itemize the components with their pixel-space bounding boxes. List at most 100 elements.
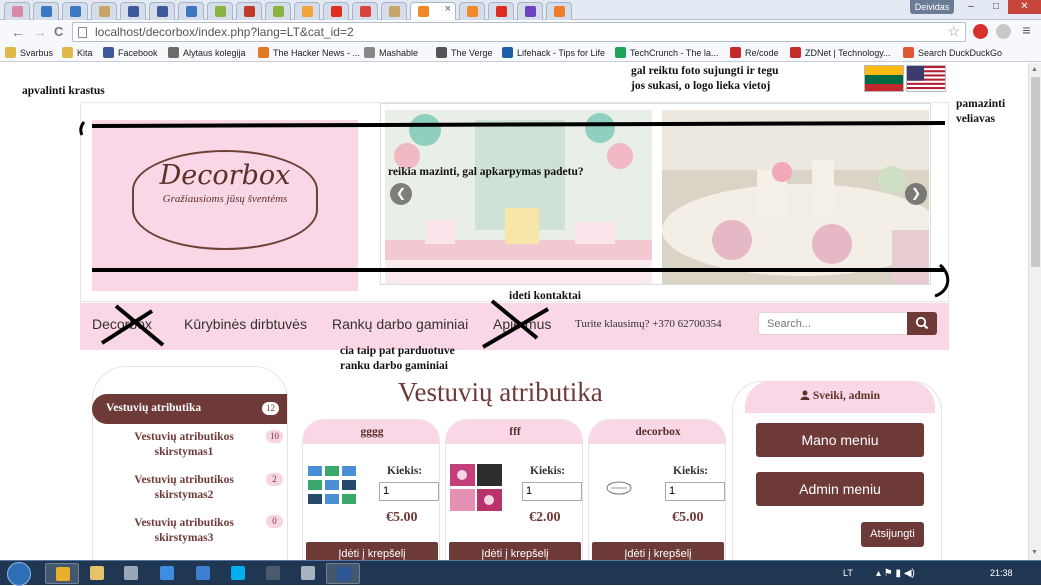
add-to-cart-button[interactable]: Įdėti į krepšelį — [449, 542, 581, 560]
browser-tab[interactable] — [546, 2, 572, 20]
slider-prev-button[interactable]: ❮ — [390, 183, 412, 205]
category-item[interactable]: Vestuvių atributikos skirstymas2 — [109, 473, 259, 503]
taskbar-app[interactable] — [186, 563, 220, 584]
category-item[interactable]: Vestuvių atributikos skirstymas1 — [109, 430, 259, 460]
my-menu-button[interactable]: Mano meniu — [756, 423, 924, 457]
browser-tab[interactable] — [488, 2, 514, 20]
browser-tab[interactable] — [149, 2, 175, 20]
forward-button[interactable]: → — [33, 24, 47, 40]
browser-tab[interactable] — [352, 2, 378, 20]
nav-item-workshops[interactable]: Kūrybinės dirbtuvės — [184, 316, 307, 332]
product-image[interactable] — [592, 462, 646, 514]
slider-next-button[interactable]: ❯ — [905, 183, 927, 205]
browser-tab[interactable] — [236, 2, 262, 20]
back-button[interactable]: ← — [11, 24, 25, 40]
browser-tab[interactable] — [178, 2, 204, 20]
browser-tab[interactable] — [517, 2, 543, 20]
address-url[interactable]: localhost/decorbox/index.php?lang=LT&cat… — [95, 25, 354, 39]
page-scrollbar[interactable]: ▲ ▼ — [1028, 63, 1041, 560]
browser-tab[interactable] — [323, 2, 349, 20]
taskbar-app[interactable] — [291, 563, 325, 584]
category-item[interactable]: Vestuvių atributikos skirstymas3 — [109, 516, 259, 546]
bookmark-item[interactable]: Mashable — [364, 47, 418, 58]
browser-tab[interactable] — [33, 2, 59, 20]
bookmark-label: TechCrunch - The la... — [630, 48, 719, 58]
taskbar-app[interactable] — [45, 563, 79, 584]
admin-menu-button[interactable]: Admin meniu — [756, 472, 924, 506]
add-to-cart-button[interactable]: Įdėti į krepšelį — [592, 542, 724, 560]
browser-tab[interactable] — [381, 2, 407, 20]
menu-icon[interactable]: ≡ — [1019, 23, 1034, 39]
bookmark-item[interactable]: The Hacker News - ... — [258, 47, 360, 58]
skype-icon — [231, 566, 245, 580]
minimize-button[interactable]: – — [958, 0, 984, 14]
bookmark-item[interactable]: ZDNet | Technology... — [790, 47, 891, 58]
bookmark-item[interactable]: Search DuckDuckGo — [903, 47, 1002, 58]
product-image[interactable] — [306, 462, 360, 514]
clock[interactable]: 21:38 — [990, 568, 1013, 578]
greeting-text: Sveiki, admin — [812, 390, 880, 402]
browser-tab[interactable] — [62, 2, 88, 20]
product-name[interactable]: decorbox — [589, 420, 725, 444]
reload-button[interactable]: C — [54, 24, 63, 39]
browser-tab[interactable] — [207, 2, 233, 20]
bookmark-item[interactable]: Lifehack - Tips for Life — [502, 47, 605, 58]
category-item-active[interactable]: Vestuvių atributika — [92, 394, 287, 424]
product-name[interactable]: gggg — [303, 420, 439, 444]
search-button[interactable] — [907, 312, 937, 335]
close-window-button[interactable]: ✕ — [1008, 0, 1041, 14]
bookmark-item[interactable]: Facebook — [103, 47, 158, 58]
start-button[interactable] — [7, 562, 31, 586]
extension-opera-icon[interactable] — [973, 24, 988, 39]
address-bar[interactable]: localhost/decorbox/index.php?lang=LT&cat… — [72, 22, 966, 42]
maximize-button[interactable]: □ — [984, 0, 1008, 14]
close-tab-icon[interactable]: × — [445, 3, 451, 15]
taskbar-app[interactable] — [221, 563, 255, 584]
profile-name[interactable]: Deividas — [910, 0, 954, 14]
bookmark-star-icon[interactable]: ☆ — [947, 23, 960, 40]
tray-icons[interactable]: ▴ ⚑ ▮ ◀) — [876, 568, 915, 579]
bookmark-item[interactable]: Alytaus kolegija — [168, 47, 246, 58]
scrollbar-thumb[interactable] — [1031, 77, 1040, 267]
lithuanian-flag-icon[interactable] — [864, 65, 904, 92]
quantity-input[interactable]: 1 — [522, 482, 582, 501]
browser-tab[interactable] — [4, 2, 30, 20]
product-image[interactable] — [449, 462, 503, 514]
browser-tab[interactable] — [459, 2, 485, 20]
quantity-input[interactable]: 1 — [665, 482, 725, 501]
taskbar-app[interactable] — [326, 563, 360, 584]
slider-photo-2 — [662, 110, 929, 284]
image-slider[interactable]: ❮ ❯ — [380, 103, 931, 285]
bookmark-item[interactable]: Kita — [62, 47, 93, 58]
annotation-shrink-flags: pamazinti veliavas — [956, 98, 1006, 125]
word-icon — [337, 567, 351, 581]
logout-button[interactable]: Atsijungti — [861, 522, 924, 547]
add-to-cart-button[interactable]: Įdėti į krepšelį — [306, 542, 438, 560]
browser-tab[interactable] — [91, 2, 117, 20]
taskbar-app[interactable] — [80, 563, 114, 584]
nav-item-decorbox[interactable]: Decorbox — [92, 316, 152, 332]
bookmark-item[interactable]: Re/code — [730, 47, 779, 58]
search-input[interactable]: Search... — [758, 312, 908, 335]
input-language[interactable]: LT — [843, 568, 853, 578]
english-flag-icon[interactable] — [906, 65, 946, 92]
bookmark-label: Svarbus — [20, 48, 54, 58]
browser-tab[interactable] — [120, 2, 146, 20]
page-title: Vestuvių atributika — [398, 377, 603, 407]
logo[interactable]: Decorbox Gražiausioms jūsų šventėms — [92, 120, 358, 291]
bookmark-label: The Hacker News - ... — [273, 48, 361, 58]
taskbar-app[interactable] — [256, 563, 290, 584]
product-name[interactable]: fff — [446, 420, 582, 444]
bookmark-item[interactable]: Svarbus — [5, 47, 53, 58]
quantity-input[interactable]: 1 — [379, 482, 439, 501]
extension-icon[interactable] — [996, 24, 1011, 39]
bookmark-item[interactable]: The Verge — [436, 47, 493, 58]
nav-item-about[interactable]: Apie mus — [493, 316, 551, 332]
taskbar-app[interactable] — [150, 563, 184, 584]
nav-item-handmade[interactable]: Rankų darbo gaminiai — [332, 316, 468, 332]
taskbar-app[interactable] — [114, 563, 148, 584]
browser-tab[interactable]: × — [410, 2, 456, 20]
browser-tab[interactable] — [294, 2, 320, 20]
bookmark-item[interactable]: TechCrunch - The la... — [615, 47, 718, 58]
browser-tab[interactable] — [265, 2, 291, 20]
